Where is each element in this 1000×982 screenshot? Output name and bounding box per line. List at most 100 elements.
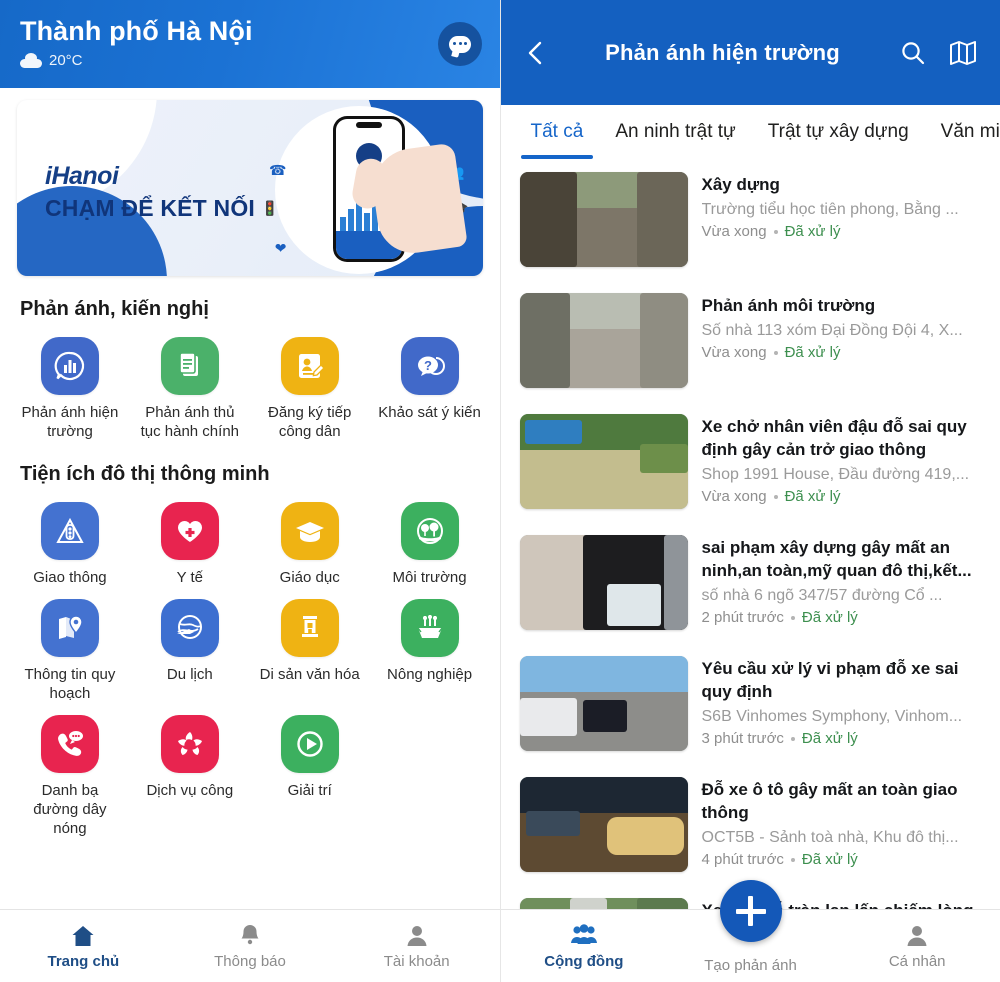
nav-item-thong-bao[interactable]: Thông báo (167, 923, 334, 970)
report-body: Xe chở nhân viên đậu đỗ sai quy định gây… (702, 414, 985, 505)
fab-label: Tạo phản ánh (704, 957, 797, 974)
traffic-light-icon: 🚦 (261, 200, 279, 216)
report-body: sai phạm xây dựng gây mất an ninh,an toà… (702, 535, 985, 626)
report-meta: Vừa xong Đã xử lý (702, 223, 985, 240)
report-title: Xây dựng (701, 175, 780, 194)
grid-item-giai-tri[interactable]: Giải trí (250, 703, 370, 838)
home-header: Thành phố Hà Nội 20°C (0, 0, 500, 88)
separator-dot (790, 736, 795, 741)
grid-item-moi-truong[interactable]: Môi trường (370, 490, 490, 587)
environment-tree-icon (400, 502, 459, 560)
status-badge: Đã xử lý (801, 609, 858, 626)
grid-item-du-lich[interactable]: Du lịch (130, 587, 250, 703)
grid-item-dang-ky-tiep-cong-dan[interactable]: Đăng ký tiếp công dân (250, 325, 370, 441)
nav-item-tai-khoan[interactable]: Tài khoản (333, 923, 499, 970)
report-grid: Phản ánh hiện trường Phản ánh thủ tục hà… (0, 325, 500, 441)
grid-item-dich-vu-cong[interactable]: Dịch vụ công (130, 703, 250, 838)
list-item[interactable]: Xe chở nhân viên đậu đỗ sai quy định gây… (501, 401, 1000, 522)
utilities-grid: Giao thông Y tế Giáo dục Môi trường Thôn… (0, 490, 500, 838)
separator-dot (773, 350, 778, 355)
heritage-gate-icon (280, 599, 339, 657)
home-bottom-nav: Trang chủ Thông báo Tài khoản (0, 909, 500, 982)
nav-label: Thông báo (214, 952, 286, 970)
section-report: Phản ánh, kiến nghị Phản ánh hiện trường… (0, 298, 500, 441)
tab-trat-tu-xay-dung[interactable]: Trật tự xây dựng (752, 105, 925, 159)
separator-dot (790, 615, 795, 620)
grid-item-y-te[interactable]: Y tế (130, 490, 250, 587)
nav-item-trang-chu[interactable]: Trang chủ (0, 923, 167, 970)
grid-item-label: Phản ánh hiện trường (21, 404, 119, 440)
report-time: 4 phút trước (701, 851, 784, 868)
grid-item-label: Khảo sát ý kiến (378, 404, 481, 421)
report-time: Vừa xong (701, 223, 767, 240)
report-meta: 4 phút trước Đã xử lý (702, 851, 985, 868)
chat-bubble-icon[interactable] (438, 22, 482, 66)
report-time: Vừa xong (701, 488, 767, 505)
grid-item-phan-anh-hien-truong[interactable]: Phản ánh hiện trường (10, 325, 130, 441)
grid-item-label: Giao thông (33, 569, 107, 586)
nav-label: Cá nhân (888, 952, 946, 970)
home-screen: Thành phố Hà Nội 20°C ☎ 🚦 ❤ 👥 🎓 ✉ (0, 0, 501, 982)
search-icon[interactable] (893, 33, 933, 73)
tab-van-minh[interactable]: Văn minh (925, 105, 1000, 159)
nav-item-ca-nhan[interactable]: Cá nhân (834, 923, 1000, 970)
graduation-cap-icon (280, 502, 339, 560)
separator-dot (790, 857, 795, 862)
nav-label: Tài khoản (383, 952, 450, 970)
map-icon[interactable] (943, 33, 983, 73)
status-badge: Đã xử lý (784, 223, 841, 240)
grid-item-label: Đăng ký tiếp công dân (267, 404, 352, 440)
status-badge: Đã xử lý (784, 488, 841, 505)
list-item[interactable]: Phản ánh môi trường Số nhà 113 xóm Đại Đ… (501, 280, 1000, 401)
create-report-fab[interactable] (719, 880, 782, 942)
report-thumbnail (519, 172, 688, 267)
report-title: sai phạm xây dựng gây mất an ninh,an toà… (701, 538, 972, 580)
report-address: S6B Vinhomes Symphony, Vinhom... (701, 708, 963, 725)
report-meta: 3 phút trước Đã xử lý (702, 730, 985, 747)
report-body: Xây dựng Trường tiểu học tiên phong, Bằn… (702, 172, 985, 240)
report-thumbnail (519, 777, 688, 872)
nav-item-cong-dong[interactable]: Cộng đồng (501, 923, 668, 970)
grid-item-label: Giáo dục (279, 569, 340, 586)
grid-item-danh-ba-duong-day-nong[interactable]: Danh bạ đường dây nóng (10, 703, 130, 838)
person-icon (407, 925, 427, 946)
grid-item-di-san-van-hoa[interactable]: Di sản văn hóa (250, 587, 370, 703)
tab-tat-ca[interactable]: Tất cả (515, 105, 600, 159)
grid-item-label: Môi trường (392, 569, 467, 586)
traffic-light-icon (40, 502, 99, 560)
grid-item-giao-duc[interactable]: Giáo dục (250, 490, 370, 587)
grid-item-khao-sat-y-kien[interactable]: ? Khảo sát ý kiến (370, 325, 490, 441)
list-item[interactable]: sai phạm xây dựng gây mất an ninh,an toà… (501, 522, 1000, 643)
report-body: Yêu cầu xử lý vi phạm đỗ xe sai quy định… (702, 656, 985, 747)
hotline-phone-icon (40, 715, 99, 773)
promo-banner[interactable]: ☎ 🚦 ❤ 👥 🎓 ✉ iHanoi (17, 100, 483, 276)
chevron-left-icon[interactable] (519, 36, 553, 70)
report-address: Trường tiểu học tiên phong, Bằng ... (701, 201, 959, 218)
weather-widget: 20°C (20, 52, 480, 69)
separator-dot (773, 229, 778, 234)
health-heart-icon (160, 502, 219, 560)
dual-screenshot: Thành phố Hà Nội 20°C ☎ 🚦 ❤ 👥 🎓 ✉ (0, 0, 1000, 982)
citizen-register-icon (280, 337, 339, 395)
list-item[interactable]: Yêu cầu xử lý vi phạm đỗ xe sai quy định… (501, 643, 1000, 764)
tab-an-ninh-trat-tu[interactable]: An ninh trật tự (599, 105, 751, 159)
grid-item-label: Giải trí (287, 782, 332, 799)
grid-item-label: Phản ánh thủ tục hành chính (140, 404, 240, 440)
home-icon (72, 925, 94, 946)
tourism-globe-icon (160, 599, 219, 657)
agriculture-wheat-icon (400, 599, 459, 657)
list-item[interactable]: Đỗ xe ô tô gây mất an toàn giao thông OC… (501, 764, 1000, 885)
grid-item-label: Di sản văn hóa (259, 666, 360, 683)
grid-item-phan-anh-thu-tuc[interactable]: Phản ánh thủ tục hành chính (130, 325, 250, 441)
report-meta: Vừa xong Đã xử lý (702, 344, 985, 361)
grid-item-thong-tin-quy-hoach[interactable]: Thông tin quy hoạch (10, 587, 130, 703)
grid-item-label: Danh bạ đường dây nóng (33, 782, 107, 837)
grid-item-giao-thong[interactable]: Giao thông (10, 490, 130, 587)
cloud-icon (20, 52, 42, 68)
section-title: Phản ánh, kiến nghị (20, 298, 209, 320)
grid-item-nong-nghiep[interactable]: Nông nghiệp (370, 587, 490, 703)
report-body: Đỗ xe ô tô gây mất an toàn giao thông OC… (702, 777, 985, 868)
list-item[interactable]: Xây dựng Trường tiểu học tiên phong, Bằn… (501, 159, 1000, 280)
report-list[interactable]: Xây dựng Trường tiểu học tiên phong, Bằn… (500, 159, 1000, 982)
bell-icon (241, 924, 259, 944)
